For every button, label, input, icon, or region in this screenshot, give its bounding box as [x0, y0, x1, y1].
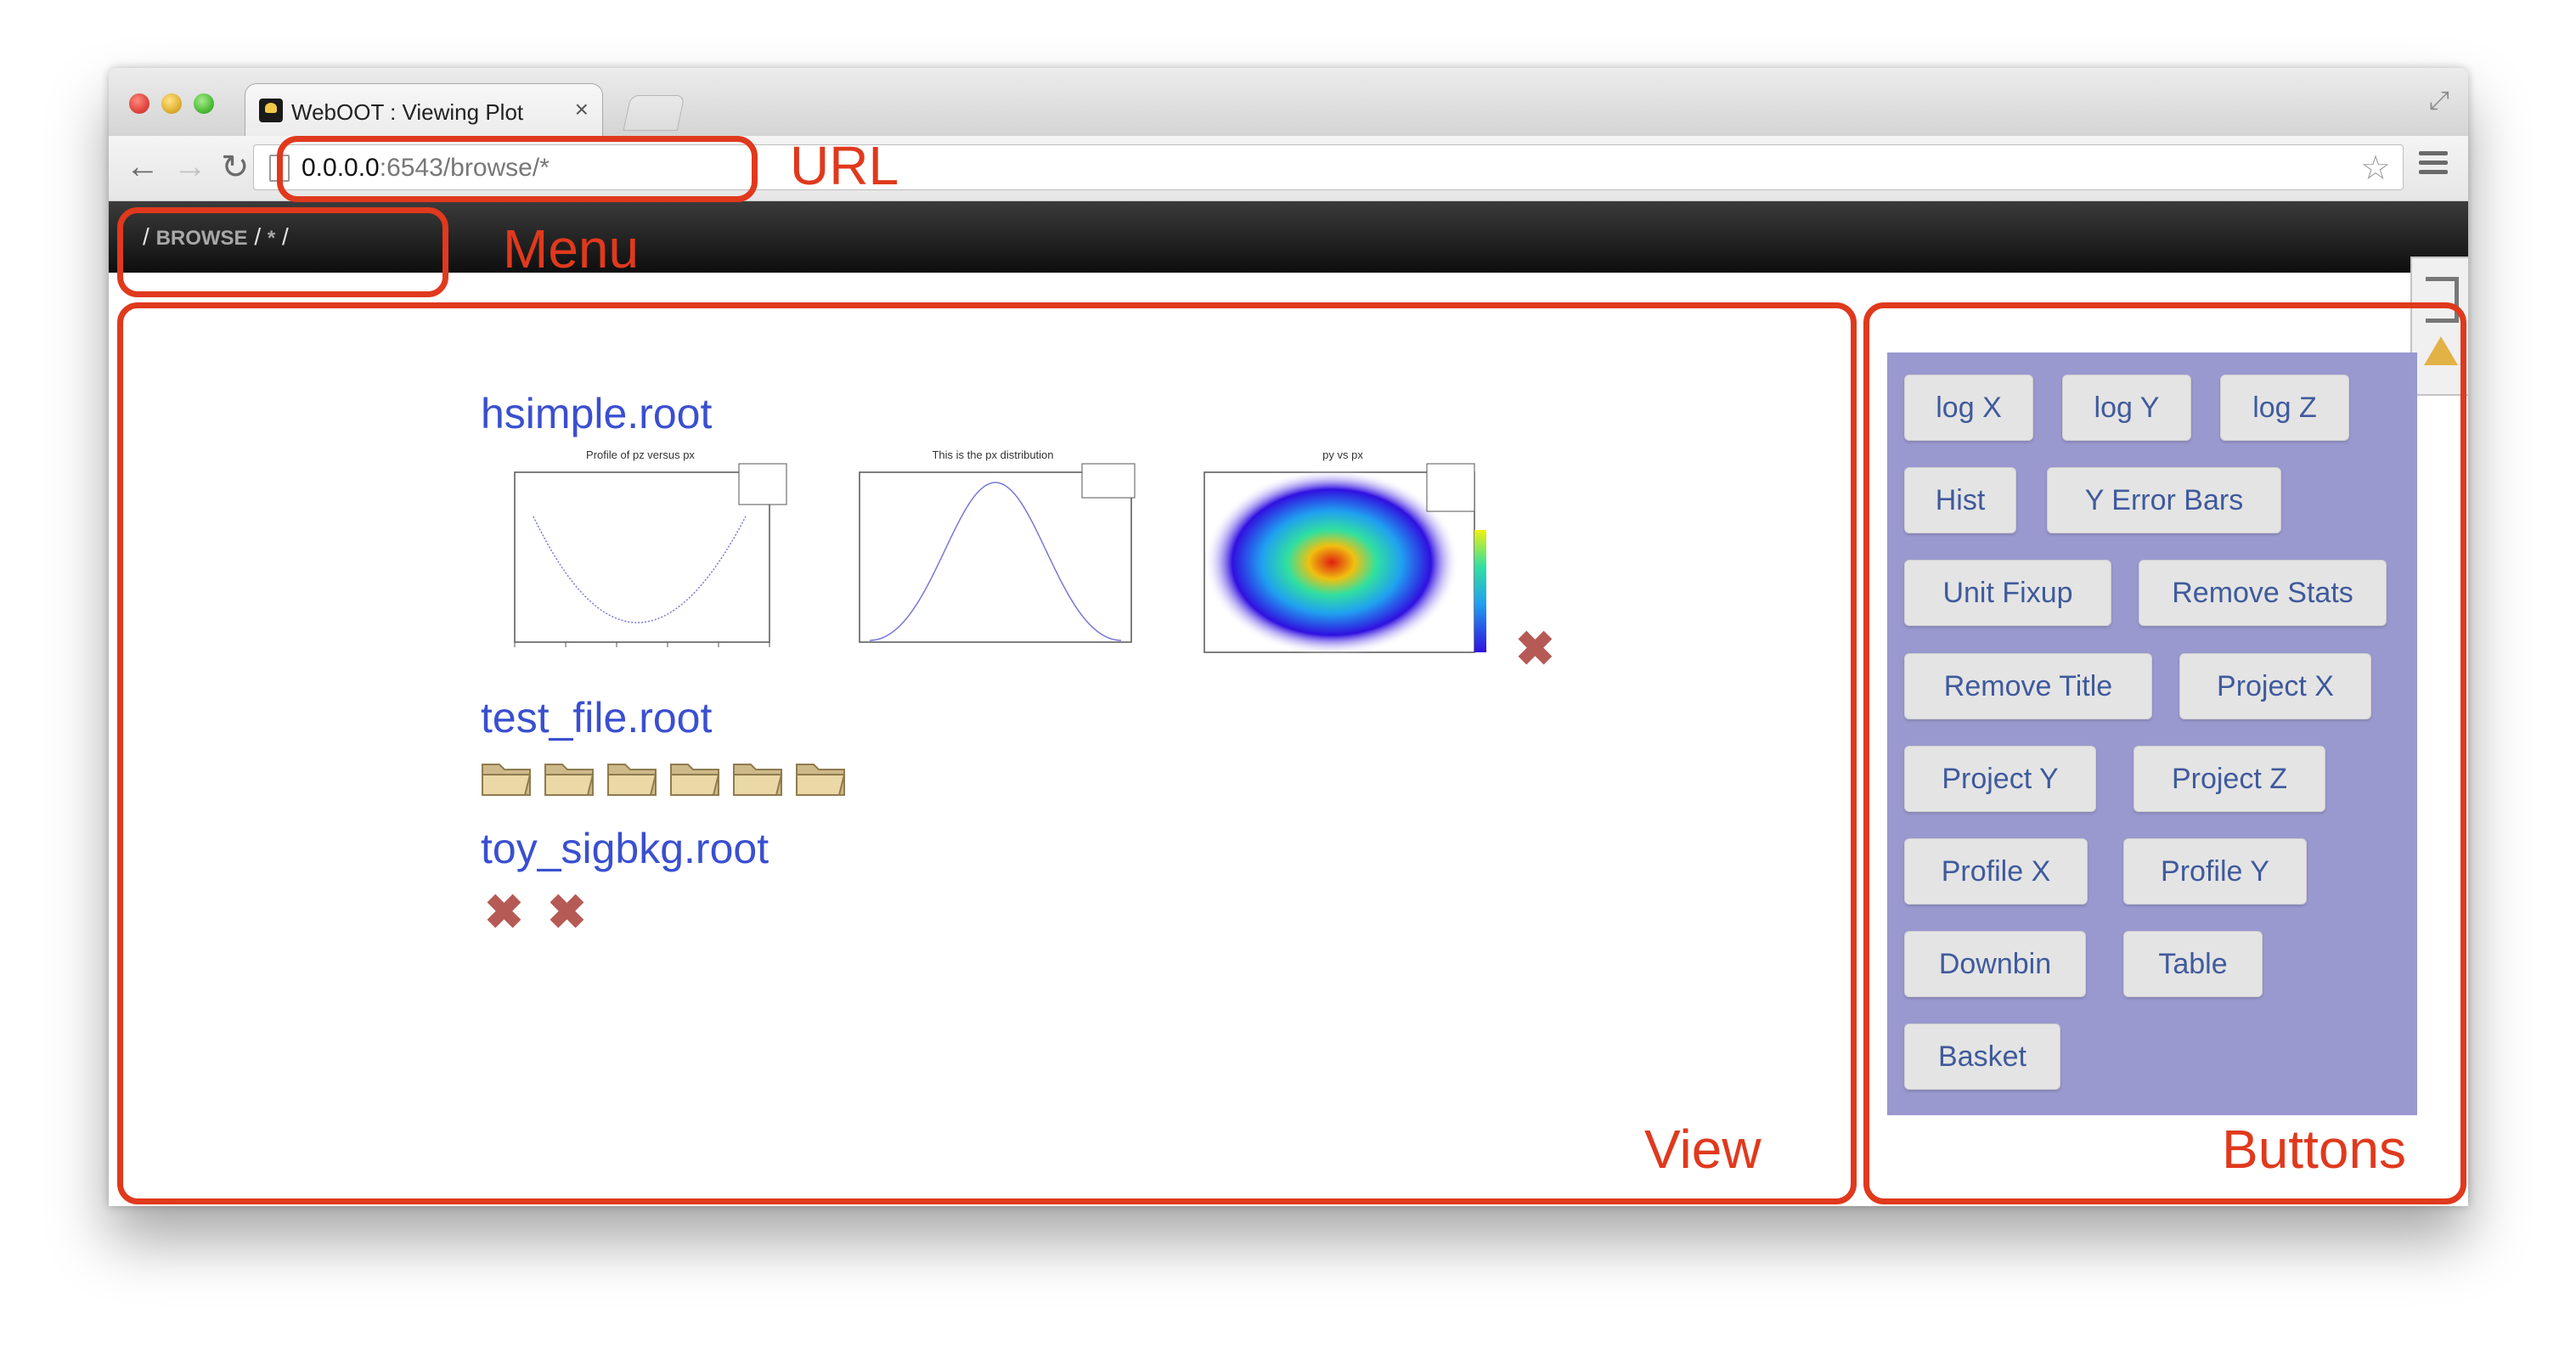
new-tab-button[interactable]: [623, 95, 685, 131]
minimize-window-button[interactable]: [161, 93, 182, 114]
url-annotation-box: [277, 136, 758, 202]
hamburger-menu-icon[interactable]: [2419, 151, 2448, 179]
back-arrow-icon[interactable]: ←: [126, 148, 160, 186]
fullscreen-icon[interactable]: ⤢: [2429, 87, 2449, 116]
browser-tab[interactable]: WebOOT : Viewing Plot ×: [245, 83, 603, 137]
view-annotation-label: View: [1644, 1119, 1761, 1180]
menu-annotation-box: [117, 207, 448, 297]
title-bar: WebOOT : Viewing Plot × ⤢: [109, 68, 2468, 137]
close-window-button[interactable]: [129, 93, 149, 114]
zoom-window-button[interactable]: [194, 93, 214, 114]
buttons-annotation-label: Buttons: [2222, 1119, 2407, 1180]
url-annotation-label: URL: [790, 135, 899, 196]
menu-annotation-label: Menu: [503, 218, 640, 279]
favicon-icon: [259, 99, 283, 122]
bookmark-star-icon[interactable]: ☆: [2360, 149, 2391, 188]
tab-close-icon[interactable]: ×: [575, 96, 589, 123]
buttons-annotation-box: [1863, 302, 2466, 1204]
reload-icon[interactable]: ↻: [221, 148, 250, 187]
view-annotation-box: [117, 302, 1857, 1204]
tab-title: WebOOT : Viewing Plot: [291, 99, 524, 125]
forward-arrow-icon[interactable]: →: [173, 148, 207, 186]
menu-bar: / BROWSE / * /: [109, 201, 2468, 273]
